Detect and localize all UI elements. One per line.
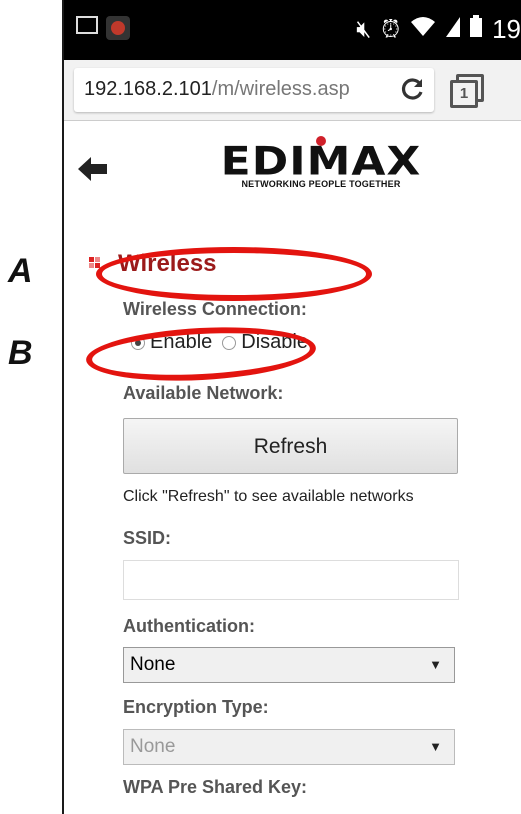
alarm-icon: ⏰︎	[381, 15, 401, 43]
reload-icon[interactable]	[399, 76, 425, 109]
back-arrow-icon[interactable]	[78, 156, 108, 187]
annotation-ring-b	[84, 322, 318, 386]
url-path: /m/wireless.asp	[211, 78, 350, 100]
ssid-label: SSID:	[123, 528, 172, 548]
encryption-type-select[interactable]: None ▼	[123, 729, 455, 765]
image-icon	[76, 16, 98, 34]
dropdown-arrow-icon: ▼	[429, 739, 442, 754]
annotation-ring-a	[96, 247, 372, 301]
refresh-button[interactable]: Refresh	[123, 418, 458, 474]
logo-word: EDIMAX	[220, 138, 422, 185]
refresh-hint: Click "Refresh" to see available network…	[123, 488, 414, 505]
dropdown-arrow-icon: ▼	[429, 657, 442, 672]
status-icons: 🔇︎ ⏰︎ 19	[356, 14, 521, 45]
page-header: EDIMAX NETWORKING PEOPLE TOGETHER	[64, 120, 521, 220]
annotation-a: A	[8, 252, 33, 290]
edimax-logo: EDIMAX NETWORKING PEOPLE TOGETHER	[216, 136, 426, 189]
phone-screen: 🔇︎ ⏰︎ 19 192.168.2.101/m/wireless.asp 1 …	[64, 0, 521, 814]
app-icon	[106, 16, 130, 40]
encryption-type-value: None	[130, 736, 176, 757]
tab-count: 1	[450, 80, 478, 108]
battery-icon	[470, 15, 483, 44]
wifi-icon	[410, 15, 436, 44]
encryption-type-label: Encryption Type:	[123, 697, 269, 717]
url-host: 192.168.2.101	[84, 78, 212, 100]
annotation-b: B	[8, 334, 33, 372]
tabs-icon[interactable]: 1	[450, 74, 484, 108]
authentication-label: Authentication:	[123, 616, 255, 636]
authentication-select[interactable]: None ▼	[123, 647, 455, 683]
url-field[interactable]: 192.168.2.101/m/wireless.asp	[74, 68, 434, 112]
url-text: 192.168.2.101/m/wireless.asp	[84, 78, 350, 101]
signal-icon	[446, 16, 461, 44]
address-bar: 192.168.2.101/m/wireless.asp 1	[64, 60, 521, 121]
mute-icon: 🔇︎	[356, 15, 372, 43]
ssid-input[interactable]	[123, 560, 459, 600]
available-network-label: Available Network:	[123, 383, 284, 403]
status-time: 19	[492, 14, 521, 44]
authentication-value: None	[130, 654, 176, 675]
status-bar: 🔇︎ ⏰︎ 19	[64, 0, 521, 60]
wireless-connection-label: Wireless Connection:	[123, 299, 307, 319]
wpa-key-label: WPA Pre Shared Key:	[123, 777, 308, 797]
